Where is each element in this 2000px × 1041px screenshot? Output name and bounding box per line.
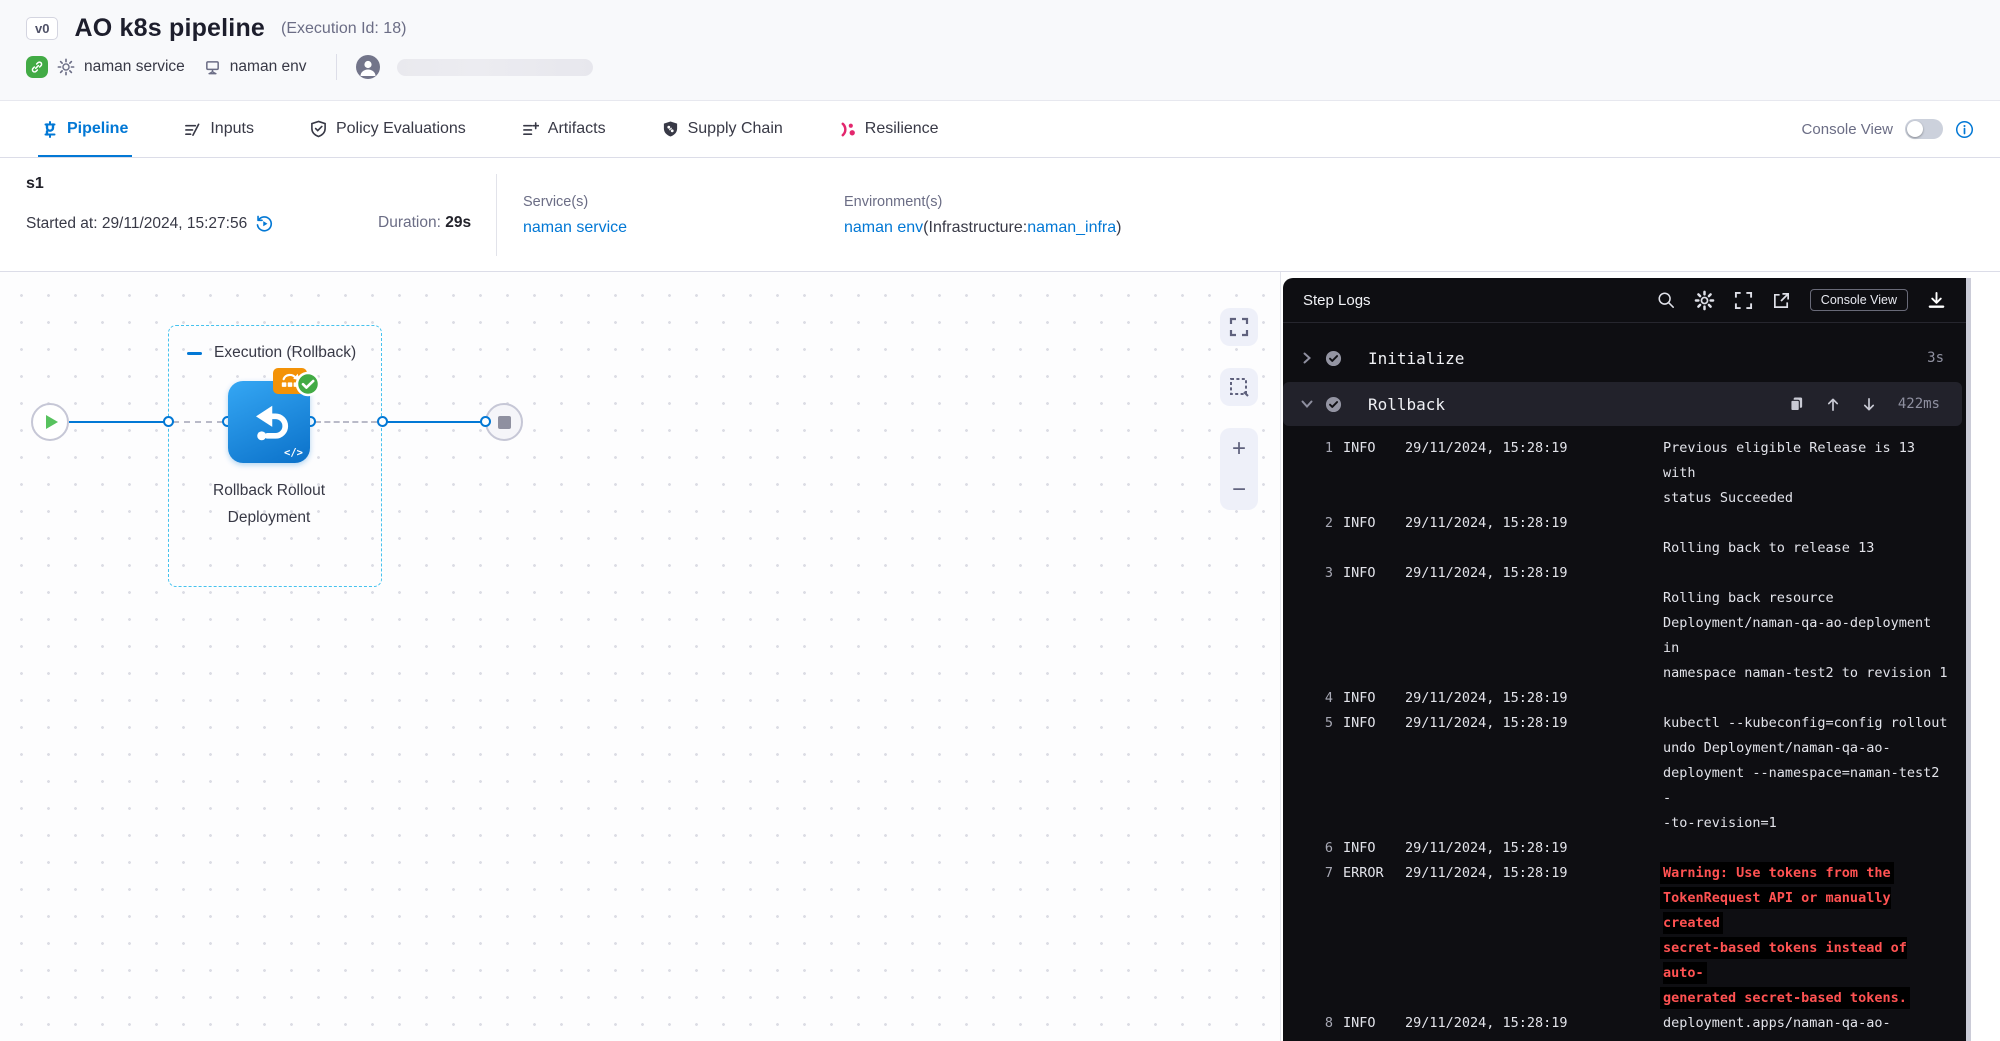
tab-label: Policy Evaluations xyxy=(336,120,466,138)
code-glyph: </> xyxy=(284,447,303,459)
stop-icon xyxy=(498,416,511,429)
tab-resilience[interactable]: Resilience xyxy=(839,101,939,157)
tab-label: Inputs xyxy=(210,120,254,138)
node-label: Rollback Rollout Deployment xyxy=(168,477,370,531)
marquee-select-button[interactable] xyxy=(1220,368,1258,406)
collapse-group-icon[interactable] xyxy=(187,352,202,355)
header-service-name: naman service xyxy=(84,58,185,76)
chevron-right-icon[interactable] xyxy=(1295,352,1319,364)
step-logs-panel: Step Logs Console View xyxy=(1283,278,1966,1041)
console-view-toggle[interactable] xyxy=(1905,119,1943,139)
environments-label: Environment(s) xyxy=(844,194,1121,210)
copy-icon[interactable] xyxy=(1789,396,1804,412)
connector-dot xyxy=(377,416,388,427)
log-panel-scrollbar[interactable] xyxy=(1966,278,1971,1041)
environment-icon xyxy=(204,59,221,76)
log-entry: 7ERROR29/11/2024, 15:28:19Warning: Use t… xyxy=(1297,861,1948,1011)
log-entry: 8INFO29/11/2024, 15:28:19deployment.apps… xyxy=(1297,1011,1948,1041)
tab-bar: Pipeline Inputs Policy Evaluations Artif… xyxy=(0,101,2000,158)
inputs-icon xyxy=(184,121,201,138)
app-header: v0 AO k8s pipeline (Execution Id: 18) na… xyxy=(0,0,2000,101)
execution-id: (Execution Id: 18) xyxy=(281,20,406,38)
connector-dot xyxy=(480,416,491,427)
stage-divider xyxy=(496,174,497,256)
pipeline-icon xyxy=(42,121,58,138)
environment-link[interactable]: naman env xyxy=(844,219,923,236)
history-icon[interactable] xyxy=(255,214,274,233)
resilience-icon xyxy=(839,121,856,138)
undo-arrow-icon xyxy=(243,396,295,448)
tab-label: Pipeline xyxy=(67,120,128,138)
tab-pipeline[interactable]: Pipeline xyxy=(42,101,128,157)
tab-artifacts[interactable]: Artifacts xyxy=(522,101,606,157)
step-duration: 3s xyxy=(1927,350,1944,366)
infrastructure-suffix: ) xyxy=(1116,219,1121,236)
log-entry: 3INFO29/11/2024, 15:28:19Rolling back re… xyxy=(1297,561,1948,686)
canvas-fullscreen-button[interactable] xyxy=(1220,308,1258,346)
chevron-down-icon[interactable] xyxy=(1295,398,1319,410)
step-duration: 422ms xyxy=(1898,396,1940,412)
scroll-top-icon[interactable] xyxy=(1826,397,1840,412)
tab-inputs[interactable]: Inputs xyxy=(184,101,254,157)
step-success-icon xyxy=(1325,396,1342,413)
edge-group-to-end xyxy=(387,421,485,423)
tab-policy-evaluations[interactable]: Policy Evaluations xyxy=(310,101,466,157)
header-divider xyxy=(336,54,337,80)
page-title: AO k8s pipeline xyxy=(74,14,265,43)
version-badge: v0 xyxy=(26,17,58,40)
info-icon[interactable] xyxy=(1955,120,1974,139)
step-row-initialize[interactable]: Initialize 3s xyxy=(1283,336,1966,380)
list-plus-icon xyxy=(522,121,539,138)
zoom-in-button[interactable]: + xyxy=(1220,428,1258,469)
services-label: Service(s) xyxy=(523,194,627,210)
download-icon[interactable] xyxy=(1927,291,1946,310)
zoom-controls: + − xyxy=(1220,428,1258,510)
service-type-icon xyxy=(26,56,48,78)
user-avatar xyxy=(356,55,380,79)
console-view-button[interactable]: Console View xyxy=(1810,289,1908,311)
stage-name: s1 xyxy=(26,175,44,193)
log-entry: 6INFO29/11/2024, 15:28:19 xyxy=(1297,836,1948,861)
duration-label: Duration: xyxy=(378,214,445,231)
console-view-label: Console View xyxy=(1802,121,1893,138)
redacted-user-name xyxy=(397,59,593,76)
log-entry: 2INFO29/11/2024, 15:28:19Rolling back to… xyxy=(1297,511,1948,561)
tab-label: Artifacts xyxy=(548,120,606,138)
tab-label: Supply Chain xyxy=(688,120,783,138)
settings-gear-icon[interactable] xyxy=(1694,290,1715,311)
shield-filled-icon xyxy=(662,120,679,138)
service-link[interactable]: naman service xyxy=(523,219,627,237)
connector-dot xyxy=(163,416,174,427)
zoom-out-button[interactable]: − xyxy=(1220,469,1258,510)
log-entry: 4INFO29/11/2024, 15:28:19 xyxy=(1297,686,1948,711)
step-name: Initialize xyxy=(1368,349,1464,368)
duration-value: 29s xyxy=(445,214,471,231)
log-entry: 5INFO29/11/2024, 15:28:19kubectl --kubec… xyxy=(1297,711,1948,836)
group-label: Execution (Rollback) xyxy=(214,344,356,362)
infrastructure-prefix: (Infrastructure: xyxy=(923,219,1027,236)
log-entry: 1INFO29/11/2024, 15:28:19Previous eligib… xyxy=(1297,436,1948,511)
expand-fullscreen-icon[interactable] xyxy=(1734,291,1753,310)
step-success-icon xyxy=(1325,350,1342,367)
gear-icon xyxy=(57,58,75,76)
step-name: Rollback xyxy=(1368,395,1445,414)
start-node xyxy=(31,403,69,441)
pipeline-canvas[interactable]: Execution (Rollback) </> Rollback Rollou… xyxy=(0,272,1281,1041)
tab-supply-chain[interactable]: Supply Chain xyxy=(662,101,783,157)
search-icon[interactable] xyxy=(1657,291,1675,309)
shield-check-icon xyxy=(310,120,327,138)
stage-summary-bar: s1 Started at: 29/11/2024, 15:27:56 Dura… xyxy=(0,158,2000,272)
header-environment-name: naman env xyxy=(230,58,307,76)
scroll-bottom-icon[interactable] xyxy=(1862,397,1876,412)
started-at-text: Started at: 29/11/2024, 15:27:56 xyxy=(26,215,247,233)
success-check-icon xyxy=(295,371,321,397)
edge-start-to-group xyxy=(69,421,168,423)
infrastructure-link[interactable]: naman_infra xyxy=(1027,219,1116,236)
log-lines: 1INFO29/11/2024, 15:28:19Previous eligib… xyxy=(1283,428,1966,1041)
open-external-icon[interactable] xyxy=(1772,291,1791,310)
log-panel-title: Step Logs xyxy=(1303,292,1371,309)
step-row-rollback[interactable]: Rollback 422ms xyxy=(1283,382,1962,426)
play-icon xyxy=(46,415,58,429)
tab-label: Resilience xyxy=(865,120,939,138)
